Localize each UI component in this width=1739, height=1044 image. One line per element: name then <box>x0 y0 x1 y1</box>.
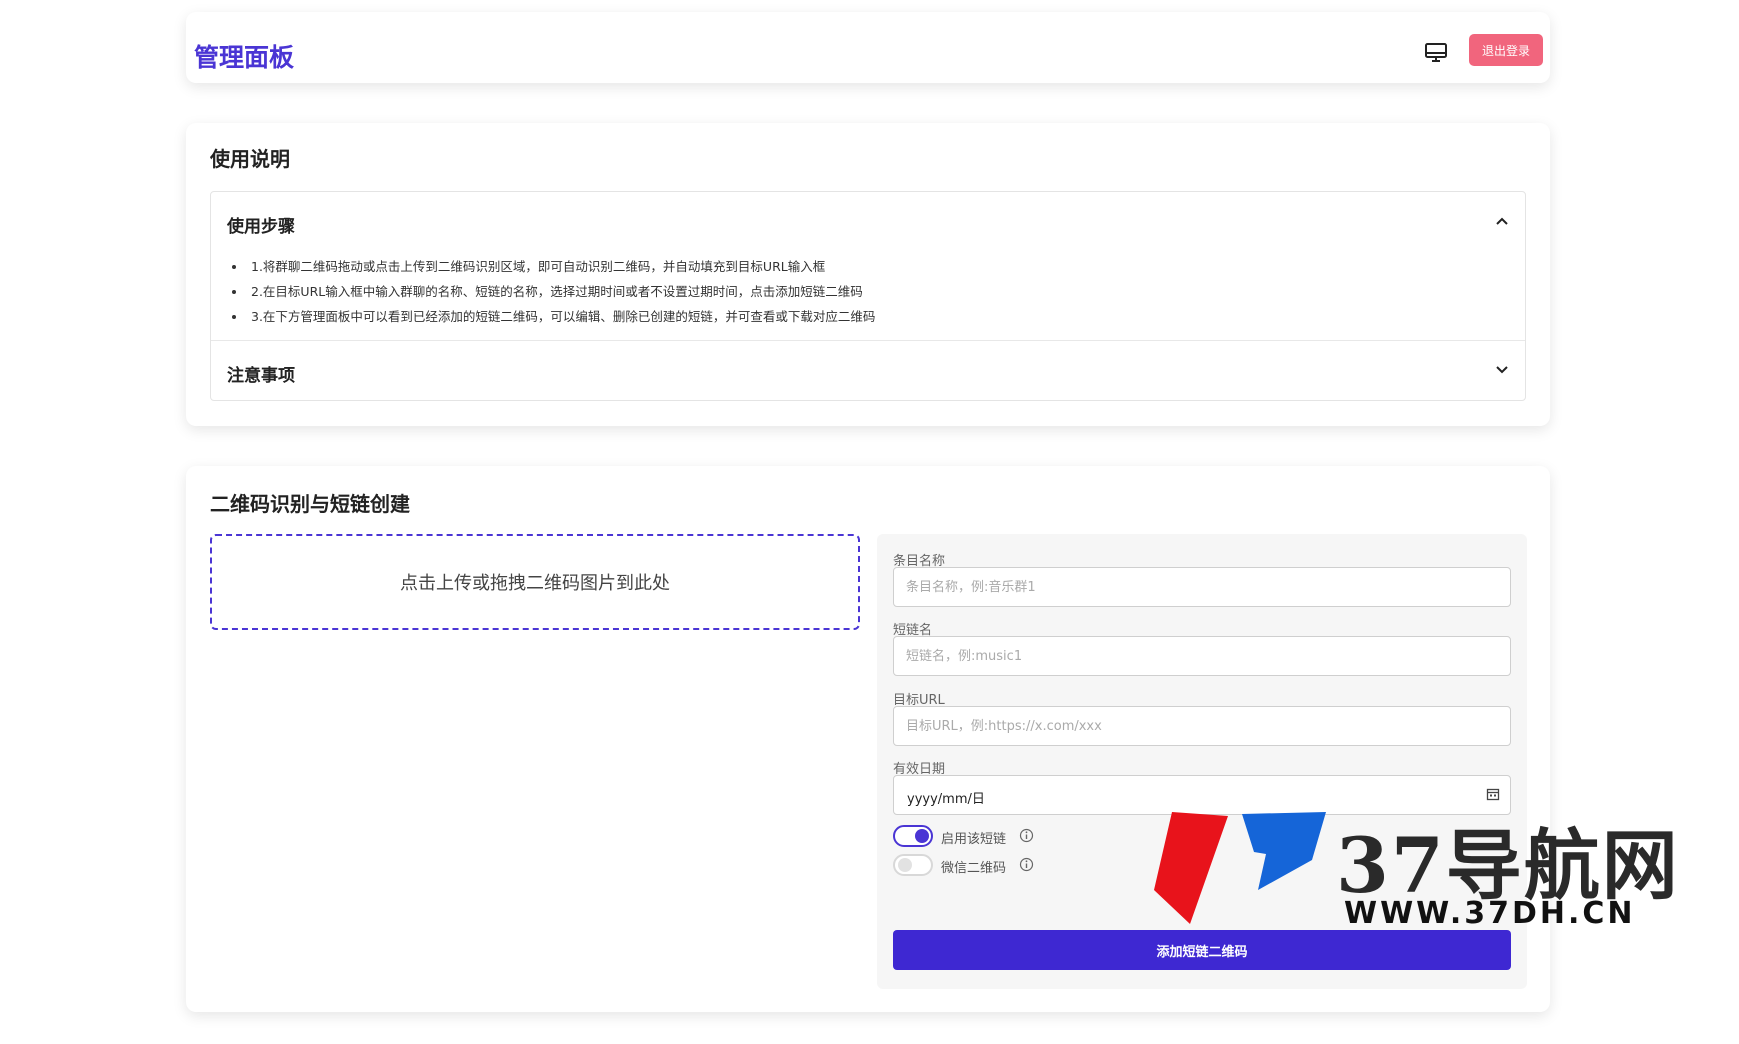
enable-link-toggle[interactable] <box>893 825 933 847</box>
logout-button[interactable]: 退出登录 <box>1469 34 1543 66</box>
target-url-input[interactable] <box>893 706 1511 746</box>
short-name-input[interactable] <box>893 636 1511 676</box>
toggle-knob <box>915 829 929 843</box>
wechat-qr-toggle[interactable] <box>893 854 933 876</box>
notes-panel-header[interactable]: 注意事项 <box>211 342 1525 400</box>
add-short-link-button[interactable]: 添加短链二维码 <box>893 930 1511 970</box>
enable-toggle-label: 启用该短链 <box>941 832 1007 847</box>
chevron-up-icon <box>1496 217 1508 225</box>
steps-panel-header[interactable]: 使用步骤 <box>211 192 1525 250</box>
accordion-divider <box>211 340 1525 341</box>
instructions-title: 使用说明 <box>210 147 290 171</box>
monitor-icon[interactable] <box>1424 42 1448 64</box>
watermark-url: WWW.37DH.CN <box>1344 896 1636 931</box>
calendar-icon[interactable] <box>1486 787 1500 801</box>
watermark-logo <box>1154 812 1326 924</box>
list-item: 1.将群聊二维码拖动或点击上传到二维码识别区域，即可自动识别二维码，并自动填充到… <box>247 254 1507 279</box>
qr-dropzone[interactable]: 点击上传或拖拽二维码图片到此处 <box>210 534 860 630</box>
steps-list: 1.将群聊二维码拖动或点击上传到二维码识别区域，即可自动识别二维码，并自动填充到… <box>247 254 1507 329</box>
wechat-toggle-label: 微信二维码 <box>941 861 1007 876</box>
info-icon[interactable] <box>1019 828 1034 843</box>
info-icon[interactable] <box>1019 857 1034 872</box>
header-bar: 管理面板 退出登录 <box>186 12 1550 83</box>
list-item: 3.在下方管理面板中可以看到已经添加的短链二维码，可以编辑、删除已创建的短链，并… <box>247 304 1507 329</box>
chevron-down-icon <box>1496 366 1508 374</box>
creator-title: 二维码识别与短链创建 <box>210 492 410 516</box>
dropzone-text: 点击上传或拖拽二维码图片到此处 <box>400 573 670 594</box>
steps-panel-title: 使用步骤 <box>227 217 295 237</box>
instructions-accordion: 使用步骤 1.将群聊二维码拖动或点击上传到二维码识别区域，即可自动识别二维码，并… <box>210 191 1526 401</box>
name-input[interactable] <box>893 567 1511 607</box>
list-item: 2.在目标URL输入框中输入群聊的名称、短链的名称，选择过期时间或者不设置过期时… <box>247 279 1507 304</box>
site-watermark: 37导航网 WWW.37DH.CN <box>1146 804 1736 932</box>
app-title: 管理面板 <box>194 43 295 72</box>
instructions-card: 使用说明 使用步骤 1.将群聊二维码拖动或点击上传到二维码识别区域，即可自动识别… <box>186 123 1550 426</box>
notes-panel-title: 注意事项 <box>227 366 295 386</box>
date-value: yyyy/mm/日 <box>907 792 985 807</box>
toggle-knob <box>898 858 912 872</box>
